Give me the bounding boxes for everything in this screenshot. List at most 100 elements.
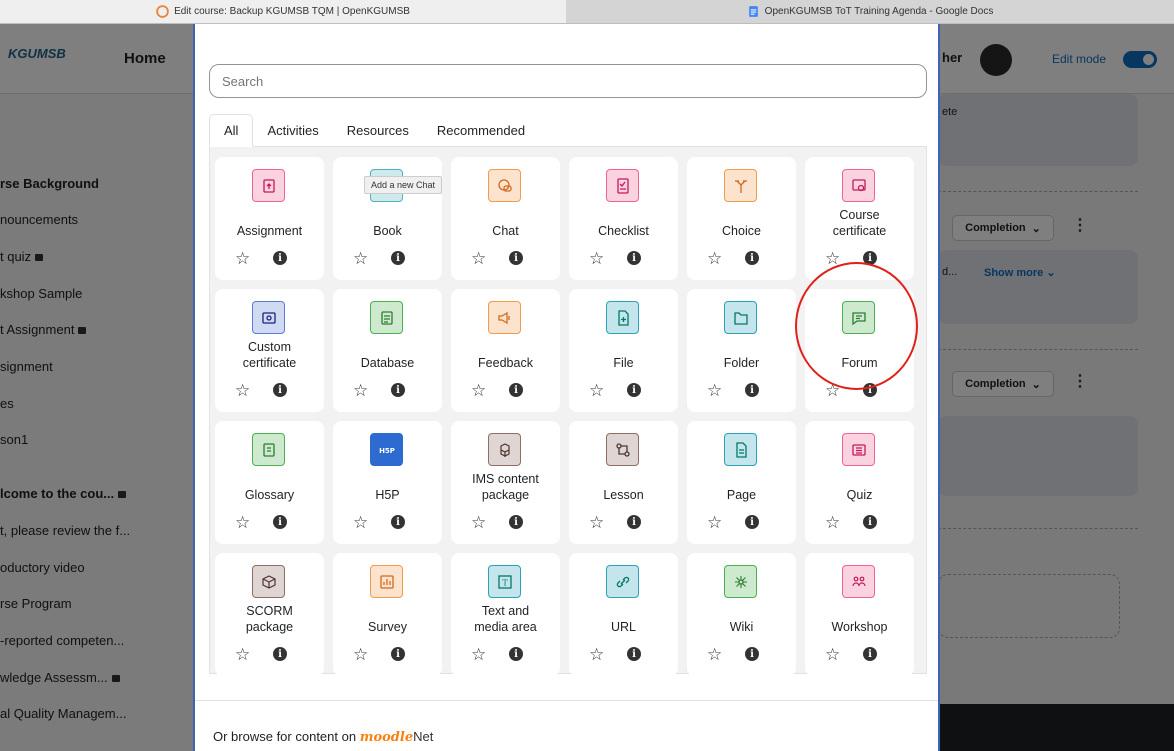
activity-card[interactable]: SCORM package ☆ i (215, 553, 324, 676)
activity-card[interactable]: Custom certificate ☆ i (215, 289, 324, 412)
info-icon[interactable]: i (273, 647, 287, 661)
star-icon[interactable]: ☆ (707, 250, 722, 267)
star-icon[interactable]: ☆ (589, 514, 604, 531)
activity-grid: Assignment ☆ i Book ☆ i Chat ☆ i Checklist ☆ i Choic… (209, 147, 927, 676)
info-icon[interactable]: i (509, 647, 523, 661)
star-icon[interactable]: ☆ (707, 514, 722, 531)
activity-card[interactable]: Workshop ☆ i (805, 553, 914, 676)
activity-name: Chat (492, 224, 519, 238)
star-icon[interactable]: ☆ (471, 382, 486, 399)
info-icon[interactable]: i (509, 251, 523, 265)
activity-card[interactable]: Choice ☆ i (687, 157, 796, 280)
activity-card[interactable]: IMS content package ☆ i (451, 421, 560, 544)
info-icon[interactable]: i (627, 251, 641, 265)
glossary-icon (252, 433, 285, 466)
star-icon[interactable]: ☆ (235, 382, 250, 399)
star-icon[interactable]: ☆ (353, 646, 368, 663)
url-icon (606, 565, 639, 598)
star-icon[interactable]: ☆ (353, 250, 368, 267)
text-media-icon: T (488, 565, 521, 598)
star-icon[interactable]: ☆ (707, 382, 722, 399)
info-icon[interactable]: i (863, 515, 877, 529)
tab-resources[interactable]: Resources (333, 114, 423, 147)
info-icon[interactable]: i (391, 251, 405, 265)
browser-tab-google-docs[interactable]: OpenKGUMSB ToT Training Agenda - Google … (566, 0, 1174, 23)
info-icon[interactable]: i (745, 251, 759, 265)
browser-tab-title: OpenKGUMSB ToT Training Agenda - Google … (764, 6, 994, 17)
star-icon[interactable]: ☆ (471, 514, 486, 531)
activity-card[interactable]: File ☆ i (569, 289, 678, 412)
scorm-icon (252, 565, 285, 598)
highlight-circle-annotation (795, 262, 918, 390)
activity-card[interactable]: Checklist ☆ i (569, 157, 678, 280)
activity-name: SCORM package (245, 604, 294, 634)
activity-card[interactable]: Chat ☆ i (451, 157, 560, 280)
info-icon[interactable]: i (863, 647, 877, 661)
star-icon[interactable]: ☆ (353, 514, 368, 531)
info-icon[interactable]: i (391, 515, 405, 529)
moodlenet-link[interactable]: moodleNet (360, 729, 434, 745)
tab-recommended[interactable]: Recommended (423, 114, 539, 147)
star-icon[interactable]: ☆ (589, 382, 604, 399)
activity-name: Quiz (846, 488, 873, 502)
tab-all[interactable]: All (209, 114, 254, 147)
star-icon[interactable]: ☆ (235, 514, 250, 531)
info-icon[interactable]: i (627, 647, 641, 661)
star-icon[interactable]: ☆ (707, 646, 722, 663)
info-icon[interactable]: i (273, 383, 287, 397)
activity-card[interactable]: T Text and media area ☆ i (451, 553, 560, 676)
activity-name: Course certificate (832, 208, 887, 238)
info-icon[interactable]: i (745, 383, 759, 397)
activity-card[interactable]: Lesson ☆ i (569, 421, 678, 544)
activity-name: IMS content package (472, 472, 539, 502)
star-icon[interactable]: ☆ (589, 250, 604, 267)
svg-text:H5P: H5P (379, 447, 395, 455)
activity-card[interactable]: Feedback ☆ i (451, 289, 560, 412)
star-icon[interactable]: ☆ (825, 514, 840, 531)
activity-name: Wiki (729, 620, 754, 634)
activity-card[interactable]: Page ☆ i (687, 421, 796, 544)
info-icon[interactable]: i (509, 515, 523, 529)
info-icon[interactable]: i (745, 647, 759, 661)
h5p-icon: H5P (370, 433, 403, 466)
activity-name: Checklist (598, 224, 649, 238)
activity-card[interactable]: Survey ☆ i (333, 553, 442, 676)
activity-card[interactable]: Database ☆ i (333, 289, 442, 412)
star-icon[interactable]: ☆ (471, 646, 486, 663)
info-icon[interactable]: i (509, 383, 523, 397)
info-icon[interactable]: i (627, 383, 641, 397)
activity-name: Survey (368, 620, 407, 634)
star-icon[interactable]: ☆ (353, 382, 368, 399)
info-icon[interactable]: i (391, 647, 405, 661)
activity-name: Choice (722, 224, 761, 238)
workshop-icon (842, 565, 875, 598)
star-icon[interactable]: ☆ (471, 250, 486, 267)
checklist-icon (606, 169, 639, 202)
activity-card[interactable]: Glossary ☆ i (215, 421, 324, 544)
tab-activities[interactable]: Activities (253, 114, 332, 147)
activity-name: Glossary (244, 488, 295, 502)
info-icon[interactable]: i (273, 515, 287, 529)
star-icon[interactable]: ☆ (235, 250, 250, 267)
activity-card[interactable]: Assignment ☆ i (215, 157, 324, 280)
info-icon[interactable]: i (391, 383, 405, 397)
star-icon[interactable]: ☆ (825, 646, 840, 663)
search-input[interactable] (209, 64, 927, 98)
info-icon[interactable]: i (273, 251, 287, 265)
activity-card[interactable]: URL ☆ i (569, 553, 678, 676)
survey-icon (370, 565, 403, 598)
activity-card[interactable]: Folder ☆ i (687, 289, 796, 412)
activity-name: URL (610, 620, 636, 634)
activity-card[interactable]: Quiz ☆ i (805, 421, 914, 544)
star-icon[interactable]: ☆ (235, 646, 250, 663)
site-favicon-icon (156, 5, 169, 18)
activity-card[interactable]: H5P H5P ☆ i (333, 421, 442, 544)
info-icon[interactable]: i (627, 515, 641, 529)
page-icon (724, 433, 757, 466)
activity-name: Text and media area (474, 604, 537, 634)
activity-card[interactable]: Wiki ☆ i (687, 553, 796, 676)
info-icon[interactable]: i (745, 515, 759, 529)
star-icon[interactable]: ☆ (589, 646, 604, 663)
folder-icon (724, 301, 757, 334)
browser-tab-edit-course[interactable]: Edit course: Backup KGUMSB TQM | OpenKGU… (0, 0, 566, 23)
